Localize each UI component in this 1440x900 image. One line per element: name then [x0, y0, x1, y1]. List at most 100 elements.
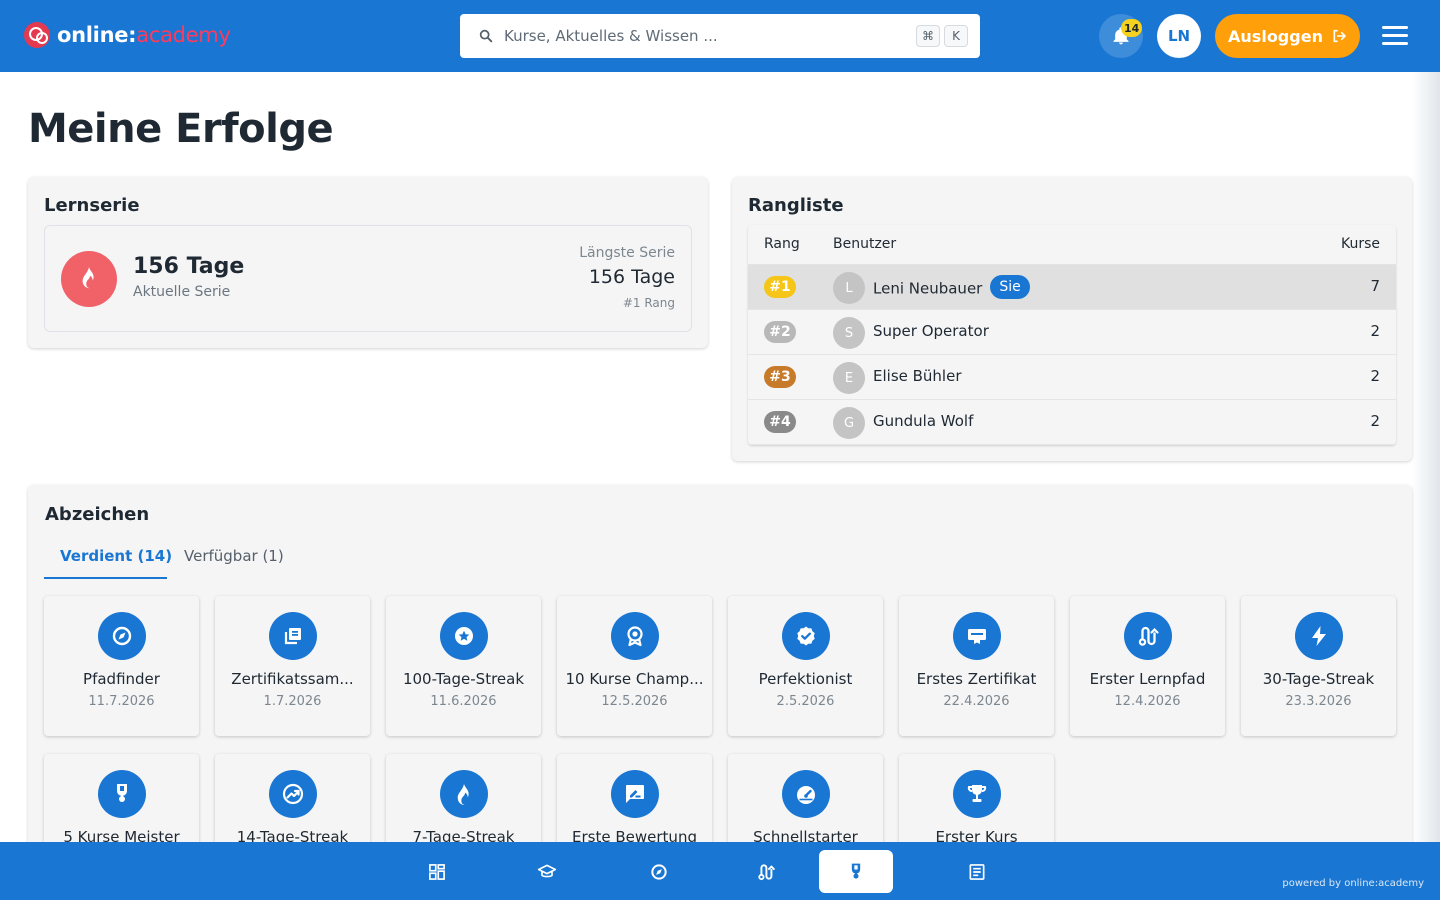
column-rank: Rang: [764, 236, 800, 252]
badge-date: 23.3.2026: [1285, 694, 1352, 709]
user-avatar: L: [833, 272, 865, 304]
medal-icon: [846, 862, 866, 882]
badge-name: Perfektionist: [758, 670, 853, 688]
trending-icon: [269, 770, 317, 818]
rate-review-icon: [611, 770, 659, 818]
flame-icon: [61, 251, 117, 307]
badge-tile[interactable]: 30-Tage-Streak 23.3.2026: [1241, 596, 1396, 736]
column-user: Benutzer: [833, 236, 897, 252]
courses-count: 7: [1370, 277, 1380, 295]
shortcut-k-key: K: [944, 25, 968, 47]
leaderboard-row[interactable]: #3 E Elise Bühler 2: [748, 355, 1396, 400]
search-bar[interactable]: ⌘ K: [460, 14, 980, 58]
school-icon: [537, 862, 557, 882]
award-icon: [611, 612, 659, 660]
longest-streak-value: 156 Tage: [588, 266, 675, 288]
tab-earned[interactable]: Verdient (14): [44, 537, 172, 579]
badge-tile[interactable]: Erster Lernpfad 12.4.2026: [1070, 596, 1225, 736]
badge-name: Erster Lernpfad: [1089, 670, 1206, 688]
badge-tile[interactable]: Erstes Zertifikat 22.4.2026: [899, 596, 1054, 736]
badge-name: Zertifikatssam...: [231, 670, 354, 688]
nav-item-school[interactable]: [510, 850, 584, 893]
badge-date: 1.7.2026: [263, 694, 322, 709]
nav-item-article[interactable]: [940, 850, 1014, 893]
badge-name: 100-Tage-Streak: [402, 670, 525, 688]
bolt-icon: [1295, 612, 1343, 660]
notification-count-badge: 14: [1121, 19, 1143, 37]
nav-item-dashboard[interactable]: [400, 850, 474, 893]
rank-badge: #3: [764, 366, 796, 388]
logo-mark-icon: [24, 22, 50, 48]
dashboard-icon: [427, 862, 447, 882]
nav-item-route[interactable]: [729, 850, 803, 893]
bottom-navigation: powered by online:academy: [0, 842, 1440, 900]
courses-count: 2: [1370, 412, 1380, 430]
compass-icon: [98, 612, 146, 660]
leaderboard-title: Rangliste: [748, 195, 844, 216]
powered-by-text: powered by online:academy: [1282, 878, 1424, 889]
streak-summary: 156 Tage Aktuelle Serie Längste Serie 15…: [44, 225, 692, 332]
streak-rank: #1 Rang: [622, 296, 675, 310]
medal-icon: [98, 770, 146, 818]
leaderboard-row[interactable]: #4 G Gundula Wolf 2: [748, 400, 1396, 445]
streak-card-title: Lernserie: [44, 195, 140, 216]
flame-icon: [440, 770, 488, 818]
streak-card: Lernserie 156 Tage Aktuelle Serie Längst…: [28, 177, 708, 348]
user-name: Super Operator: [873, 322, 989, 340]
certificate-icon: [953, 612, 1001, 660]
badge-date: 12.4.2026: [1114, 694, 1181, 709]
user-avatar: G: [833, 407, 865, 439]
rank-badge: #4: [764, 411, 796, 433]
logo-text: online:academy: [57, 23, 231, 47]
badge-name: 30-Tage-Streak: [1262, 670, 1375, 688]
badge-tile[interactable]: 10 Kurse Champ... 12.5.2026: [557, 596, 712, 736]
speed-icon: [782, 770, 830, 818]
leaderboard-row[interactable]: #1 L Leni Neubauer Sie 7: [748, 265, 1396, 310]
article-icon: [967, 862, 987, 882]
badge-name: Erstes Zertifikat: [916, 670, 1037, 688]
user-avatar: S: [833, 317, 865, 349]
logo[interactable]: online:academy: [24, 20, 231, 50]
you-chip: Sie: [990, 275, 1030, 299]
library-icon: [269, 612, 317, 660]
leaderboard-table: Rang Benutzer Kurse #1 L Leni Neubauer Sie 7…: [748, 225, 1396, 445]
logout-icon: [1333, 29, 1346, 43]
nav-item-compass[interactable]: [622, 850, 696, 893]
notifications-button[interactable]: 14: [1099, 14, 1143, 58]
leaderboard-row[interactable]: #2 S Super Operator 2: [748, 310, 1396, 355]
nav-item-medal[interactable]: [819, 850, 893, 893]
badge-tile[interactable]: Perfektionist 2.5.2026: [728, 596, 883, 736]
tab-available[interactable]: Verfügbar (1): [168, 537, 300, 579]
user-name: Leni Neubauer Sie: [873, 275, 1030, 301]
user-avatar-button[interactable]: LN: [1157, 14, 1201, 58]
longest-streak-label: Längste Serie: [579, 245, 675, 261]
star-icon: [440, 612, 488, 660]
courses-count: 2: [1370, 367, 1380, 385]
user-avatar: E: [833, 362, 865, 394]
badge-tile[interactable]: Pfadfinder 11.7.2026: [44, 596, 199, 736]
search-icon: [479, 29, 493, 43]
badges-card: Abzeichen Verdient (14) Verfügbar (1) Pf…: [28, 485, 1412, 900]
badge-date: 11.6.2026: [430, 694, 497, 709]
badge-date: 22.4.2026: [943, 694, 1010, 709]
logout-button[interactable]: Ausloggen: [1215, 14, 1360, 58]
logout-label: Ausloggen: [1228, 26, 1323, 46]
badges-title: Abzeichen: [45, 504, 150, 525]
column-courses: Kurse: [1340, 236, 1380, 252]
current-streak-value: 156 Tage: [133, 254, 245, 279]
hamburger-menu-icon[interactable]: [1380, 24, 1410, 48]
rank-badge: #1: [764, 276, 796, 298]
route-icon: [1124, 612, 1172, 660]
shortcut-cmd-key: ⌘: [916, 25, 940, 47]
current-streak-label: Aktuelle Serie: [133, 284, 231, 300]
compass-icon: [649, 862, 669, 882]
badge-tile[interactable]: 100-Tage-Streak 11.6.2026: [386, 596, 541, 736]
page-title: Meine Erfolge: [28, 106, 334, 152]
search-input[interactable]: [504, 24, 894, 48]
badge-tile[interactable]: Zertifikatssam... 1.7.2026: [215, 596, 370, 736]
leaderboard-card: Rangliste Rang Benutzer Kurse #1 L Leni Ne…: [732, 177, 1412, 461]
leaderboard-header: Rang Benutzer Kurse: [748, 225, 1396, 265]
user-name: Gundula Wolf: [873, 412, 974, 430]
badge-name: Pfadfinder: [83, 670, 160, 688]
courses-count: 2: [1370, 322, 1380, 340]
